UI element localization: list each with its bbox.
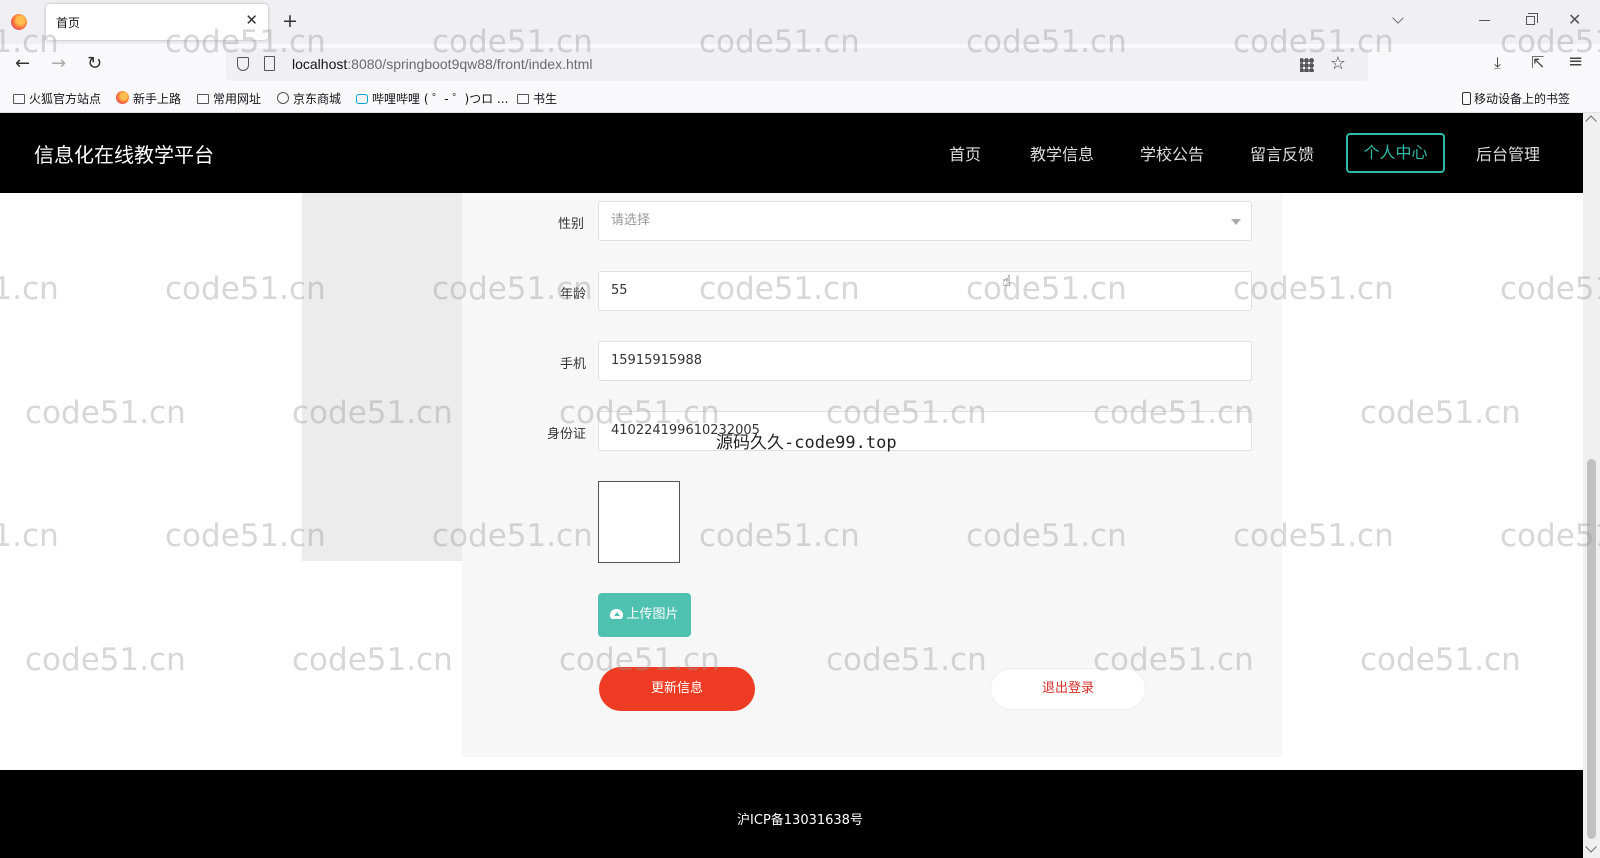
id-card-label: 身份证 <box>546 427 586 442</box>
extensions-icon[interactable]: ⇱ <box>1531 53 1544 72</box>
bookmark-item[interactable]: 火狐官方站点 <box>13 90 101 107</box>
bookmark-item[interactable]: 哔哩哔哩 ( ゜- ゜)つロ ... <box>356 90 508 107</box>
site-footer: 沪ICP备13031638号 <box>0 770 1583 858</box>
browser-tabstrip: 首页 ✕ + ✕ <box>0 0 1600 44</box>
update-info-button[interactable]: 更新信息 <box>599 667 755 711</box>
watermark-text: code51.cn <box>292 642 453 678</box>
app-menu-icon[interactable]: ≡ <box>1568 51 1583 72</box>
url-path: :8080/springboot9qw88/front/index.html <box>347 56 593 72</box>
firefox-icon <box>116 91 129 104</box>
shield-icon[interactable] <box>237 57 249 71</box>
gender-select[interactable]: 请选择 <box>598 201 1252 241</box>
nav-feedback[interactable]: 留言反馈 <box>1250 141 1314 165</box>
bookmark-item[interactable]: 新手上路 <box>116 90 181 107</box>
gender-placeholder: 请选择 <box>611 213 651 228</box>
tab-list-icon[interactable] <box>1392 12 1404 24</box>
bilibili-icon <box>356 94 368 104</box>
bookmark-star-icon[interactable]: ☆ <box>1330 53 1346 74</box>
tab-title: 首页 <box>56 16 81 30</box>
nav-admin[interactable]: 后台管理 <box>1476 141 1540 165</box>
reload-button[interactable]: ↻ <box>87 53 102 74</box>
close-tab-icon[interactable]: ✕ <box>245 11 258 29</box>
cloud-upload-icon <box>610 609 624 619</box>
watermark-text: code51.cn <box>25 642 186 678</box>
download-icon[interactable]: ⤓ <box>1494 53 1501 73</box>
browser-toolbar: ← → ↻ localhost:8080/springboot9qw88/fro… <box>0 44 1600 84</box>
phone-label: 手机 <box>559 357 586 372</box>
qr-code-icon[interactable] <box>1300 58 1314 72</box>
page-info-icon[interactable] <box>264 56 275 71</box>
folder-icon <box>13 94 25 104</box>
phone-input[interactable]: 15915915988 <box>598 341 1252 381</box>
nav-home[interactable]: 首页 <box>949 141 981 165</box>
avatar-preview <box>598 481 680 563</box>
address-bar[interactable]: localhost:8080/springboot9qw88/front/ind… <box>226 48 1368 81</box>
folder-icon <box>197 94 209 104</box>
nav-school-notice[interactable]: 学校公告 <box>1140 141 1204 165</box>
watermark-text: code51.cn <box>25 395 186 431</box>
close-window-button[interactable]: ✕ <box>1568 10 1581 29</box>
nav-personal-center[interactable]: 个人中心 <box>1346 133 1445 173</box>
id-card-input[interactable]: 410224199610232005 <box>598 411 1252 451</box>
restore-window-button[interactable] <box>1526 13 1538 25</box>
icp-record[interactable]: 沪ICP备13031638号 <box>0 809 1600 828</box>
mobile-icon <box>1461 92 1471 105</box>
minimize-window-button[interactable] <box>1479 20 1490 21</box>
new-tab-button[interactable]: + <box>282 10 298 32</box>
upload-image-button[interactable]: 上传图片 <box>598 593 691 637</box>
logout-button[interactable]: 退出登录 <box>990 668 1146 710</box>
url-host: localhost <box>292 56 348 72</box>
browser-tab[interactable]: 首页 ✕ <box>46 4 268 40</box>
scroll-up-icon[interactable] <box>1585 115 1597 127</box>
url-text[interactable]: localhost:8080/springboot9qw88/front/ind… <box>292 56 592 72</box>
gender-label: 性别 <box>557 217 584 232</box>
watermark-text: code51.cn <box>1360 642 1521 678</box>
globe-icon <box>277 92 289 104</box>
watermark-text: code51.cn <box>0 518 59 554</box>
age-input[interactable]: 55 <box>598 271 1252 311</box>
bookmark-item[interactable]: 常用网址 <box>197 90 261 107</box>
chevron-down-icon <box>1231 219 1241 225</box>
forward-button[interactable]: → <box>51 53 66 74</box>
back-button[interactable]: ← <box>15 53 30 74</box>
watermark-text: code51.cn <box>1360 395 1521 431</box>
bookmark-item[interactable]: 京东商城 <box>277 90 341 107</box>
firefox-icon[interactable] <box>11 14 27 30</box>
mobile-bookmarks[interactable]: 移动设备上的书签 <box>1461 90 1570 107</box>
scroll-down-icon[interactable] <box>1585 841 1597 853</box>
watermark-text: code51.cn <box>0 271 59 307</box>
bookmark-item[interactable]: 书生 <box>517 90 557 107</box>
age-label: 年龄 <box>559 287 586 302</box>
bookmarks-bar: 火狐官方站点 新手上路 常用网址 京东商城 哔哩哔哩 ( ゜- ゜)つロ ...… <box>0 84 1600 113</box>
side-menu-panel <box>302 193 462 561</box>
page-scrollbar[interactable] <box>1583 113 1600 858</box>
site-header: 信息化在线教学平台 首页 教学信息 学校公告 留言反馈 个人中心 后台管理 <box>0 113 1583 193</box>
nav-teaching-info[interactable]: 教学信息 <box>1030 141 1094 165</box>
hand-cursor-icon: ☝ <box>1002 272 1012 290</box>
site-title[interactable]: 信息化在线教学平台 <box>34 139 214 168</box>
folder-icon <box>517 94 529 104</box>
scrollbar-thumb[interactable] <box>1587 459 1596 839</box>
